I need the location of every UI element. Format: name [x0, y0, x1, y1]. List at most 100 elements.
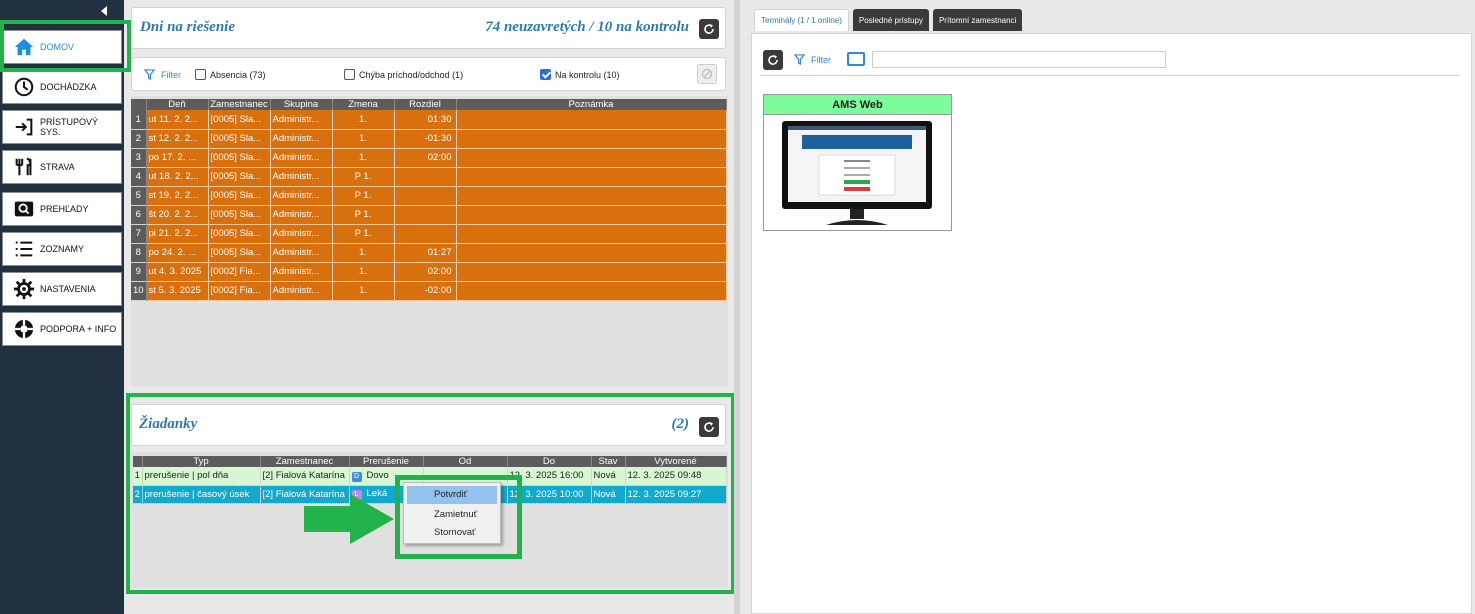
table-cell: [0005] Sla... — [208, 205, 271, 225]
row-number: 8 — [131, 243, 147, 263]
checkbox-absencia[interactable]: Absencia (73) — [195, 69, 266, 80]
terminals-search-input[interactable] — [872, 51, 1166, 68]
table-row[interactable]: 7 pi 21. 2. 2... [0005] Sla... Administr...… — [131, 224, 727, 244]
sidebar-item-prehlady[interactable]: PREHĽADY — [2, 192, 122, 226]
table-cell: [0005] Sla... — [208, 243, 271, 263]
disabled-icon — [701, 68, 713, 80]
sidebar: DOMOV DOCHÁDZKA PRÍSTUPOVÝ SYS. STRAVA P… — [0, 0, 124, 614]
table-cell: Administr... — [270, 281, 333, 301]
row-number-header — [131, 99, 147, 110]
checkbox-chyba-prichod[interactable]: Chýba príchod/odchod (1) — [344, 69, 463, 80]
collapse-sidebar-icon[interactable] — [101, 6, 107, 16]
table-row[interactable]: 3 po 17. 2. ... [0005] Sla... Administr... 1… — [131, 148, 727, 168]
table-cell: [0005] Sla... — [208, 148, 271, 168]
column-header[interactable]: Zmena — [332, 99, 395, 110]
requests-header-panel: Žiadanky (2) — [131, 404, 726, 446]
sidebar-item-nastavenia[interactable]: NASTAVENIA — [2, 272, 122, 306]
table-cell: Nová — [591, 467, 626, 486]
sidebar-item-podpora[interactable]: PODPORA + INFO — [2, 312, 122, 346]
table-row[interactable]: 9 ut 4. 3. 2025 [0002] Fia... Administr... 1… — [131, 262, 727, 282]
table-cell — [456, 110, 727, 130]
table-cell: Administr... — [270, 129, 333, 149]
clock-icon — [14, 77, 34, 97]
column-header[interactable]: Vytvorené — [625, 456, 727, 467]
sidebar-item-label: ZOZNAMY — [40, 244, 84, 254]
table-cell: po 24. 2. ... — [146, 243, 209, 263]
table-row[interactable]: 10st 5. 3. 2025 [0002] Fia... Administr...… — [131, 281, 727, 301]
tab-posledne-pristupy[interactable]: Posledné prístupy — [852, 9, 929, 31]
sidebar-item-label: NASTAVENIA — [40, 284, 96, 294]
column-header[interactable]: Rozdiel — [394, 99, 457, 110]
checkbox-label: Chýba príchod/odchod (1) — [359, 69, 464, 80]
filter-label: Filter — [161, 69, 181, 80]
table-cell — [456, 186, 727, 206]
menu-item-potvrdit[interactable]: Potvrdiť — [407, 486, 497, 504]
table-cell: Nová — [591, 485, 626, 504]
terminals-filter[interactable]: Filter — [794, 54, 831, 65]
table-cell — [394, 205, 457, 225]
terminal-card[interactable]: AMS Web — [763, 94, 952, 231]
column-header[interactable]: Poznámka — [456, 99, 727, 110]
table-row[interactable]: 2st 12. 2. 2... [0005] Sla... Administr...… — [131, 129, 727, 149]
sidebar-item-pristupovy[interactable]: PRÍSTUPOVÝ SYS. — [2, 110, 122, 144]
sidebar-item-label: PRÍSTUPOVÝ SYS. — [40, 117, 99, 137]
table-row[interactable]: 6 št 20. 2. 2... [0005] Sla... Administr...… — [131, 205, 727, 225]
requests-refresh-button[interactable] — [699, 417, 719, 437]
table-cell — [394, 224, 457, 244]
table-cell: P 1. — [332, 224, 395, 244]
search-icon — [14, 201, 34, 217]
menu-item-stornovat[interactable]: Stornovať — [404, 524, 500, 542]
column-header[interactable]: Deň — [146, 99, 209, 110]
vertical-splitter[interactable] — [734, 0, 740, 614]
filter-toggle[interactable] — [847, 52, 865, 66]
filter-label: Filter — [811, 54, 831, 65]
column-header[interactable]: Zamestnanec — [208, 99, 271, 110]
table-cell — [456, 281, 727, 301]
column-header[interactable]: Od — [423, 456, 508, 467]
table-cell: st 12. 2. 2... — [146, 129, 209, 149]
clear-filter-button[interactable] — [697, 64, 717, 84]
table-cell: 12. 3. 2025 10:00 — [507, 485, 592, 504]
table-cell: Administr... — [270, 243, 333, 263]
menu-item-zamietnut[interactable]: Zamietnuť — [404, 506, 500, 524]
row-number: 3 — [131, 148, 147, 168]
tab-pritomni[interactable]: Prítomní zamestnanci — [932, 9, 1023, 31]
tab-terminaly[interactable]: Terminály (1 / 1 online) — [754, 9, 849, 31]
sidebar-item-dochadzka[interactable]: DOCHÁDZKA — [2, 70, 122, 104]
requests-panel-title: Žiadanky — [139, 416, 198, 432]
table-cell: 12. 3. 2025 16:00 — [507, 467, 592, 486]
table-cell: Administr... — [270, 167, 333, 187]
sidebar-item-strava[interactable]: STRAVA — [2, 150, 122, 184]
table-row[interactable]: 5st 19. 2. 2... [0005] Sla... Administr...… — [131, 186, 727, 206]
table-cell: [0005] Sla... — [208, 129, 271, 149]
table-row[interactable]: 4 ut 18. 2. 2... [0005] Sla... Administr...… — [131, 167, 727, 187]
sidebar-item-domov[interactable]: DOMOV — [2, 30, 122, 64]
row-number: 10 — [131, 281, 147, 301]
table-cell: [2] Fialová Katarína — [260, 467, 350, 486]
column-header[interactable]: Stav — [591, 456, 626, 467]
checkbox-box[interactable] — [195, 69, 206, 80]
table-cell: st 5. 3. 2025 — [146, 281, 209, 301]
table-row[interactable]: 1 ut 11. 2. 2... [0005] Sla... Administr...… — [131, 110, 727, 130]
column-header[interactable]: Zamestnanec — [260, 456, 350, 467]
table-cell: prerušenie | pol dňa — [142, 467, 261, 486]
checkbox-box[interactable] — [344, 69, 355, 80]
checkbox-box[interactable] — [540, 69, 551, 80]
column-header[interactable]: Typ — [142, 456, 261, 467]
days-header-panel: Dni na riešenie 74 neuzavretých / 10 na … — [131, 7, 726, 49]
row-number: 1 — [131, 110, 147, 130]
table-row[interactable]: 8 po 24. 2. ... [0005] Sla... Administr... 1… — [131, 243, 727, 263]
days-refresh-button[interactable] — [699, 19, 719, 39]
days-filter[interactable]: Filter — [144, 69, 181, 80]
table-cell: [0005] Sla... — [208, 167, 271, 187]
table-cell: 1. — [332, 129, 395, 149]
days-filter-panel: Filter Absencia (73) Chýba príchod/odcho… — [131, 57, 726, 91]
column-header[interactable]: Do — [507, 456, 592, 467]
sidebar-item-zoznamy[interactable]: ZOZNAMY — [2, 232, 122, 266]
column-header[interactable]: Prerušenie — [349, 456, 424, 467]
table-cell: 02:00 — [394, 148, 457, 168]
column-header[interactable]: Skupina — [270, 99, 333, 110]
checkbox-na-kontrolu[interactable]: Na kontrolu (10) — [540, 69, 620, 80]
sidebar-item-label: DOCHÁDZKA — [40, 82, 97, 92]
terminals-refresh-button[interactable] — [763, 50, 783, 70]
